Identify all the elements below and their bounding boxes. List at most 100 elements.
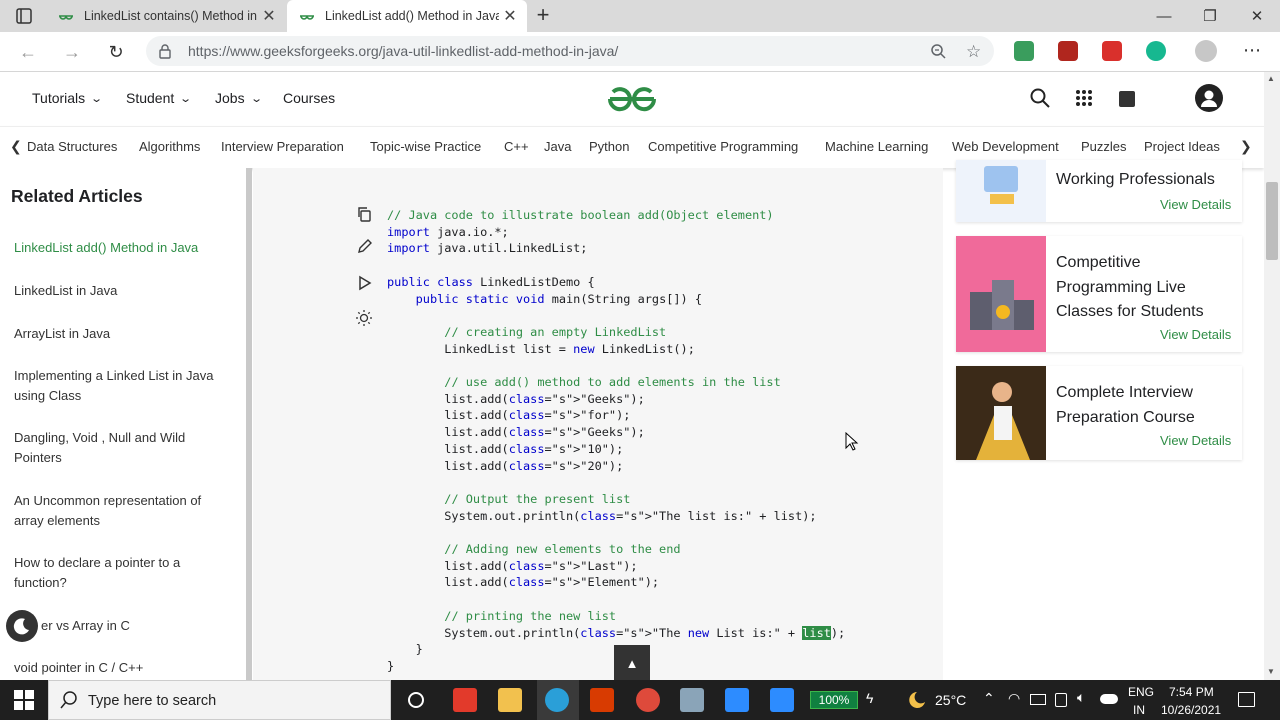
translate-icon[interactable] (1119, 91, 1135, 107)
page-scrollbar-thumb[interactable] (1266, 182, 1278, 260)
battery-tray-icon[interactable] (1030, 694, 1046, 705)
run-play-icon[interactable] (352, 271, 376, 295)
category-competitive-programming[interactable]: Competitive Programming (648, 139, 798, 154)
reload-icon[interactable]: ↻ (104, 40, 128, 64)
scroll-down-arrow-icon[interactable]: ▼ (1267, 667, 1275, 676)
search-icon[interactable] (1030, 88, 1050, 108)
minimize-window-icon[interactable]: — (1141, 0, 1187, 32)
extension-shield-icon[interactable] (1058, 41, 1078, 61)
related-article-link[interactable]: Implementing a Linked List in Java using… (14, 366, 234, 406)
mouse-cursor-icon (845, 432, 859, 452)
close-window-icon[interactable]: ✕ (1234, 0, 1280, 32)
onedrive-cloud-icon[interactable] (1100, 694, 1118, 704)
nav-tutorials[interactable]: Tutorials ⌄ (32, 90, 103, 106)
lock-icon[interactable] (158, 43, 172, 59)
nav-jobs[interactable]: Jobs ⌄ (215, 90, 263, 106)
zoom-icon[interactable] (930, 43, 946, 59)
dark-mode-toggle[interactable] (6, 610, 38, 642)
input-language[interactable]: ENG (1128, 685, 1154, 699)
category-data-structures[interactable]: Data Structures (27, 139, 117, 154)
chrome-icon[interactable] (636, 688, 660, 712)
view-details-link[interactable]: View Details (1160, 197, 1231, 212)
related-article-link[interactable]: An Uncommon representation of array elem… (14, 491, 234, 531)
device-icon[interactable] (1055, 693, 1067, 707)
volume-icon[interactable]: 🔈︎ (1077, 689, 1085, 706)
chevron-left-icon[interactable]: ❮ (10, 138, 22, 155)
forward-arrow-icon[interactable]: → (60, 40, 84, 64)
edit-pencil-icon[interactable] (352, 235, 376, 259)
wps-office-icon[interactable] (453, 688, 477, 712)
chevron-up-icon[interactable]: ⌃ (983, 690, 995, 707)
restore-window-icon[interactable]: ❐ (1187, 0, 1233, 32)
related-article-link[interactable]: er vs Array in C (41, 616, 261, 636)
zoom-meeting-icon[interactable] (770, 688, 794, 712)
course-card[interactable]: Competitive Programming Live Classes for… (956, 236, 1242, 352)
snipping-tool-icon[interactable] (680, 688, 704, 712)
wifi-icon[interactable]: ◠ (1008, 690, 1020, 707)
grammarly-icon[interactable] (1146, 41, 1166, 61)
category-machine-learning[interactable]: Machine Learning (825, 139, 928, 154)
input-region[interactable]: IN (1133, 703, 1145, 717)
new-tab-button[interactable]: + (532, 4, 554, 27)
theme-sun-icon[interactable] (352, 306, 376, 330)
file-explorer-icon[interactable] (498, 688, 522, 712)
view-details-link[interactable]: View Details (1160, 433, 1231, 448)
tab-actions-icon[interactable] (12, 6, 36, 26)
clock-time[interactable]: 7:54 PM (1169, 685, 1214, 699)
close-tab-icon[interactable]: ✕ (258, 5, 280, 27)
search-icon (60, 691, 78, 709)
favorite-star-icon[interactable]: ☆ (966, 42, 981, 62)
related-article-link[interactable]: LinkedList add() Method in Java (14, 238, 234, 258)
clock-date[interactable]: 10/26/2021 (1161, 703, 1221, 717)
course-card[interactable]: Working Professionals View Details (956, 160, 1242, 222)
nav-label: Courses (283, 90, 336, 106)
chevron-right-icon[interactable]: ❯ (1240, 138, 1252, 155)
browser-tab-active[interactable]: LinkedList add() Method in Java ✕ (287, 0, 527, 32)
extension-icon[interactable] (1014, 41, 1034, 61)
category-cpp[interactable]: C++ (504, 139, 529, 154)
temperature[interactable]: 25°C (935, 692, 966, 708)
related-article-link[interactable]: How to declare a pointer to a function? (14, 553, 234, 593)
nav-student[interactable]: Student ⌄ (126, 90, 193, 106)
category-puzzles[interactable]: Puzzles (1081, 139, 1127, 154)
related-article-link[interactable]: void pointer in C / C++ (14, 658, 234, 678)
close-tab-icon[interactable]: ✕ (499, 5, 521, 27)
category-algorithms[interactable]: Algorithms (139, 139, 200, 154)
back-to-top-button[interactable]: ▲ (614, 645, 650, 681)
edge-browser-icon[interactable] (545, 688, 569, 712)
chevron-down-icon: ⌄ (179, 92, 193, 105)
page-scrollbar[interactable] (1264, 72, 1280, 680)
course-card-title: Working Professionals (1056, 171, 1215, 188)
scroll-up-arrow-icon[interactable]: ▲ (1267, 74, 1275, 83)
category-project-ideas[interactable]: Project Ideas (1144, 139, 1220, 154)
category-web-development[interactable]: Web Development (952, 139, 1059, 154)
user-account-icon[interactable] (1195, 84, 1223, 112)
geeksforgeeks-logo[interactable] (606, 86, 658, 112)
more-menu-icon[interactable]: ⋯ (1243, 40, 1261, 61)
related-articles-title: Related Articles (11, 186, 143, 206)
zoom-app-icon[interactable] (725, 688, 749, 712)
windows-start-icon[interactable] (14, 690, 34, 710)
related-article-link[interactable]: Dangling, Void , Null and Wild Pointers (14, 428, 234, 468)
back-arrow-icon[interactable]: ← (16, 40, 40, 64)
category-topic-wise-practice[interactable]: Topic-wise Practice (370, 139, 481, 154)
view-details-link[interactable]: View Details (1160, 327, 1231, 342)
download-icon[interactable] (1102, 41, 1122, 61)
notifications-icon[interactable] (1238, 692, 1255, 707)
copy-icon[interactable] (352, 202, 376, 226)
category-python[interactable]: Python (589, 139, 629, 154)
category-interview-preparation[interactable]: Interview Preparation (221, 139, 344, 154)
course-card[interactable]: Complete Interview Preparation Course Vi… (956, 366, 1242, 460)
battery-indicator[interactable]: 100% (810, 691, 858, 709)
profile-avatar[interactable] (1195, 40, 1217, 62)
weather-moon-icon[interactable] (905, 690, 927, 710)
apps-grid-icon[interactable] (1075, 89, 1093, 107)
related-article-link[interactable]: ArrayList in Java (14, 324, 234, 344)
browser-tab-inactive[interactable]: LinkedList contains() Method in J ✕ (46, 0, 286, 32)
category-java[interactable]: Java (544, 139, 571, 154)
related-article-link[interactable]: LinkedList in Java (14, 281, 234, 301)
nav-courses[interactable]: Courses (283, 90, 335, 106)
cortana-icon[interactable] (408, 692, 424, 708)
sidebar-scrollbar[interactable] (246, 168, 252, 680)
office-icon[interactable] (590, 688, 614, 712)
